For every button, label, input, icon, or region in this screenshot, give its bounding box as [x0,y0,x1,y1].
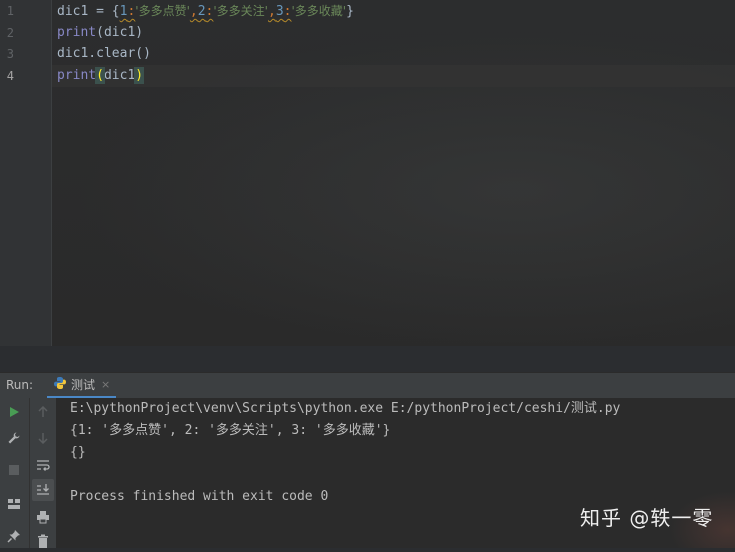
builtin-function: print [57,25,97,40]
dict-key: 2 [197,4,206,19]
console-line: Process finished with exit code 0 [70,489,329,504]
code-line-1[interactable]: dic1 = {1:'多多点赞',2:'多多关注',3:'多多收藏'} [57,0,354,23]
dict-key: 3 [275,4,284,19]
run-tab[interactable]: 测试 × [47,373,117,398]
console-line: {1: '多多点赞', 2: '多多关注', 3: '多多收藏'} [70,423,391,438]
code-token: (dic1) [96,25,144,40]
string-literal: '多多关注' [213,4,268,18]
comma-token: , [189,4,198,19]
line-number: 2 [6,26,14,40]
stop-icon[interactable] [3,459,25,481]
down-arrow-icon[interactable] [32,427,54,449]
scroll-to-end-icon[interactable] [32,479,54,501]
code-line-2[interactable]: print(dic1) [57,22,143,44]
close-icon[interactable]: × [101,378,110,391]
string-literal: '多多点赞' [135,4,190,18]
text-caret [143,67,145,84]
layout-icon[interactable] [3,493,25,515]
run-icon[interactable] [3,401,25,423]
trash-icon[interactable] [32,530,54,552]
string-literal: '多多收藏' [291,4,347,18]
up-arrow-icon[interactable] [32,401,54,423]
code-token: dic1 [103,68,136,83]
soft-wrap-icon[interactable] [32,454,54,476]
run-label: Run: [6,378,34,392]
matched-paren: ) [134,67,145,84]
pin-icon[interactable] [3,525,25,547]
code-editor[interactable]: 1 2 3 4 dic1 = {1:'多多点赞',2:'多多关注',3:'多多收… [0,0,735,346]
python-icon [53,375,67,394]
watermark: 知乎 @轶一零 [580,506,714,530]
print-icon[interactable] [32,506,54,528]
run-tab-label: 测试 [71,378,96,392]
console-line: {} [70,445,86,460]
run-toolbar-right [30,398,57,548]
matched-paren: ( [95,67,105,84]
code-line-3[interactable]: dic1.clear() [57,43,151,65]
line-number: 3 [6,47,14,61]
code-token: dic1 = { [57,4,120,19]
code-token: dic1.clear() [57,46,151,61]
console-line: E:\pythonProject\venv\Scripts\python.exe… [70,401,621,416]
line-number: 1 [6,4,14,18]
code-line-4[interactable]: print(dic1) [57,65,145,87]
line-number-current: 4 [6,69,14,83]
run-panel-header: Run: 测试 × [0,372,735,399]
code-token: } [346,4,354,19]
wrench-icon[interactable] [3,427,25,449]
comma-token: , [267,4,276,19]
builtin-function: print [57,68,97,83]
run-toolbar-left [0,398,30,548]
